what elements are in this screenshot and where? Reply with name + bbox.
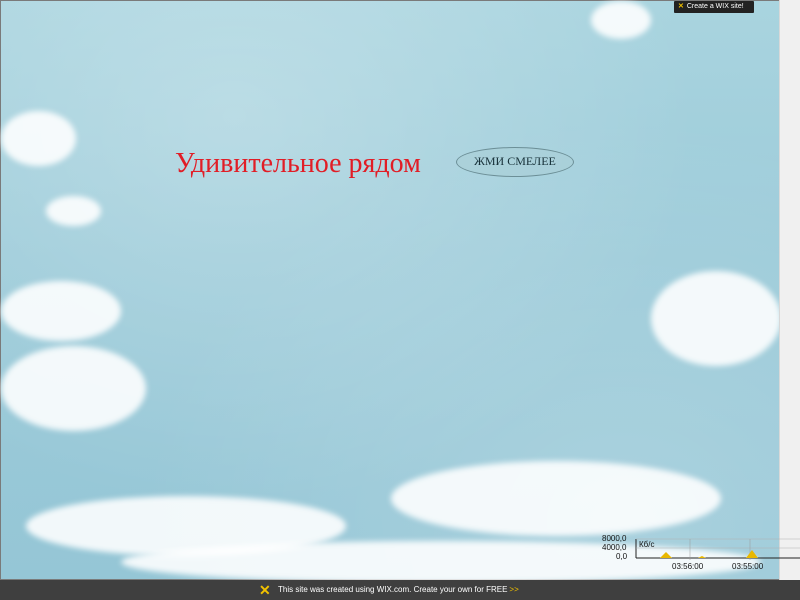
cloud-4	[1, 346, 146, 431]
page: ✕ Create a WIX site! Удивительное рядом Ж…	[0, 0, 800, 600]
cloud-5	[651, 271, 781, 366]
vertical-scrollbar[interactable]	[779, 0, 800, 580]
sky-background	[0, 0, 781, 583]
page-title: Удивительное рядом	[175, 148, 421, 179]
cloud-6	[591, 1, 651, 39]
cta-button[interactable]: ЖМИ СМЕЛЕЕ	[456, 147, 574, 177]
wix-site-badge[interactable]: ✕ Create a WIX site!	[674, 1, 754, 13]
wix-badge-label: Create a WIX site!	[686, 3, 744, 10]
traffic-widget: 8000,0 4000,0 0,0 Кб/с 03:56:00 03:55:00	[598, 534, 800, 574]
wix-x-icon: ✕	[678, 3, 684, 10]
cloud-8	[391, 461, 721, 536]
wix-footer-arrows: >>	[509, 585, 519, 594]
traffic-y-tick-mid: 4000,0	[602, 543, 627, 552]
traffic-x-tick-1: 03:56:00	[672, 562, 704, 571]
wix-footer-bar[interactable]: ✕ This site was created using WIX.com. C…	[0, 580, 800, 600]
wix-footer-message: This site was created using WIX.com. Cre…	[278, 585, 508, 594]
traffic-y-tick-top: 8000,0	[602, 534, 627, 543]
traffic-x-tick-2: 03:55:00	[732, 562, 764, 571]
cloud-1	[1, 111, 76, 166]
cloud-2	[46, 196, 101, 226]
traffic-unit-label: Кб/с	[639, 540, 655, 549]
wix-logo-icon: ✕	[259, 582, 271, 598]
traffic-y-tick-bottom: 0,0	[616, 552, 628, 561]
wix-footer-text: This site was created using WIX.com. Cre…	[278, 583, 519, 597]
cloud-3	[1, 281, 121, 341]
